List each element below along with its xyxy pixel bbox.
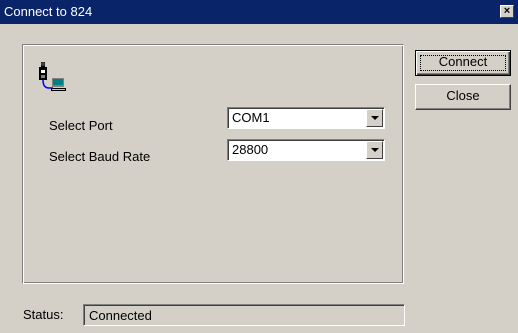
- close-window-button[interactable]: ×: [500, 5, 514, 18]
- status-value: Connected: [89, 308, 152, 323]
- window-title: Connect to 824: [4, 4, 93, 19]
- connect-button-label: Connect: [438, 54, 488, 69]
- sound-level-meter-to-computer-icon: [39, 62, 66, 91]
- port-select[interactable]: COM1: [227, 107, 385, 129]
- close-button[interactable]: Close: [415, 84, 511, 110]
- baud-rate-select-value: 28800: [232, 142, 269, 157]
- status-field: Connected: [83, 304, 405, 326]
- baud-rate-select[interactable]: 28800: [227, 139, 385, 161]
- chevron-down-icon[interactable]: [366, 109, 383, 127]
- close-button-label: Close: [446, 88, 480, 103]
- close-icon: ×: [503, 5, 511, 17]
- select-port-label: Select Port: [49, 118, 113, 133]
- status-label: Status:: [23, 307, 64, 322]
- select-baud-rate-label: Select Baud Rate: [49, 149, 151, 164]
- title-bar[interactable]: Connect to 824 ×: [0, 0, 518, 24]
- connect-button[interactable]: Connect: [415, 50, 511, 76]
- chevron-down-icon[interactable]: [366, 141, 383, 159]
- connect-dialog: Connect to 824 × Select Port COM1 Select…: [0, 0, 518, 333]
- port-select-value: COM1: [232, 110, 270, 125]
